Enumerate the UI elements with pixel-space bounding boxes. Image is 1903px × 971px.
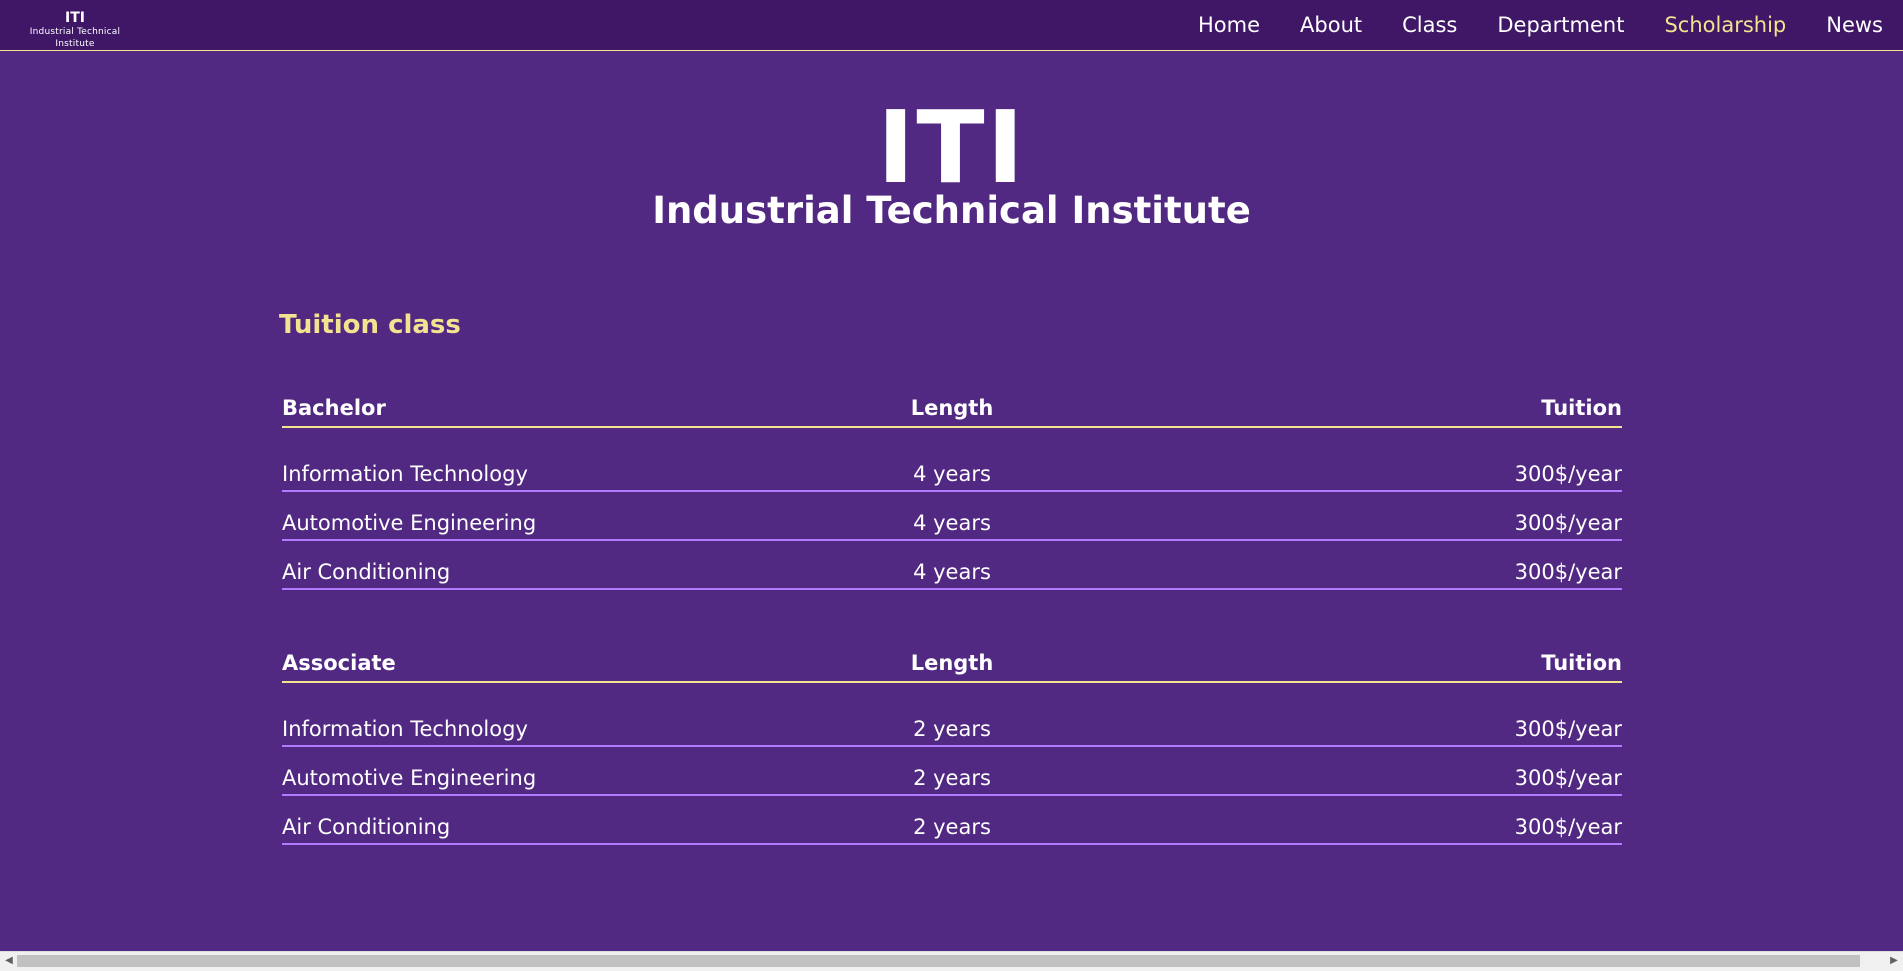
table-row: Information Technology 4 years 300$/year — [282, 443, 1622, 492]
program-name: Information Technology — [282, 717, 528, 741]
table-row: Air Conditioning 2 years 300$/year — [282, 796, 1622, 845]
program-length: 4 years — [913, 462, 991, 486]
program-tuition: 300$/year — [1514, 560, 1622, 584]
program-length: 2 years — [913, 717, 991, 741]
program-tuition: 300$/year — [1514, 766, 1622, 790]
hero-subtitle: Industrial Technical Institute — [652, 189, 1251, 232]
scroll-left-arrow-icon[interactable]: ◀ — [2, 955, 16, 966]
program-tuition: 300$/year — [1514, 815, 1622, 839]
bachelor-tuition-table: Bachelor Length Tuition Information Tech… — [282, 394, 1622, 590]
table-header-row: Associate Length Tuition — [282, 649, 1622, 683]
program-name: Automotive Engineering — [282, 511, 537, 535]
column-header-program: Bachelor — [282, 396, 386, 420]
horizontal-scrollbar[interactable]: ◀ ▶ — [0, 951, 1903, 971]
table-row: Automotive Engineering 4 years 300$/year — [282, 492, 1622, 541]
program-name: Automotive Engineering — [282, 766, 537, 790]
table-row: Automotive Engineering 2 years 300$/year — [282, 747, 1622, 796]
program-length: 4 years — [913, 560, 991, 584]
section-title: Tuition class — [279, 310, 461, 340]
scrollbar-thumb[interactable] — [17, 955, 1860, 967]
nav-item-scholarship[interactable]: Scholarship — [1664, 13, 1786, 37]
brand-title: ITI — [65, 10, 85, 26]
column-header-program: Associate — [282, 651, 396, 675]
program-tuition: 300$/year — [1514, 717, 1622, 741]
program-name: Information Technology — [282, 462, 528, 486]
hero-title: ITI — [877, 89, 1026, 206]
column-header-tuition: Tuition — [1541, 651, 1622, 675]
column-header-length: Length — [910, 651, 994, 675]
table-header-row: Bachelor Length Tuition — [282, 394, 1622, 428]
nav-item-department[interactable]: Department — [1497, 13, 1624, 37]
brand-subtitle: Industrial Technical Institute — [29, 27, 121, 49]
column-header-tuition: Tuition — [1541, 396, 1622, 420]
nav-item-about[interactable]: About — [1300, 13, 1362, 37]
nav-item-class[interactable]: Class — [1402, 13, 1457, 37]
program-name: Air Conditioning — [282, 560, 451, 584]
nav-item-news[interactable]: News — [1826, 13, 1883, 37]
table-row: Air Conditioning 4 years 300$/year — [282, 541, 1622, 590]
program-length: 2 years — [913, 766, 991, 790]
nav-item-home[interactable]: Home — [1198, 13, 1260, 37]
program-length: 4 years — [913, 511, 991, 535]
table-row: Information Technology 2 years 300$/year — [282, 698, 1622, 747]
program-tuition: 300$/year — [1514, 462, 1622, 486]
program-name: Air Conditioning — [282, 815, 451, 839]
program-tuition: 300$/year — [1514, 511, 1622, 535]
associate-tuition-table: Associate Length Tuition Information Tec… — [282, 649, 1622, 845]
main-nav: Home About Class Department Scholarship … — [1158, 0, 1883, 50]
program-length: 2 years — [913, 815, 991, 839]
column-header-length: Length — [910, 396, 994, 420]
scroll-right-arrow-icon[interactable]: ▶ — [1887, 955, 1901, 966]
top-navigation-bar: ITI Industrial Technical Institute Home … — [0, 0, 1903, 51]
brand-logo[interactable]: ITI Industrial Technical Institute — [10, 10, 140, 50]
